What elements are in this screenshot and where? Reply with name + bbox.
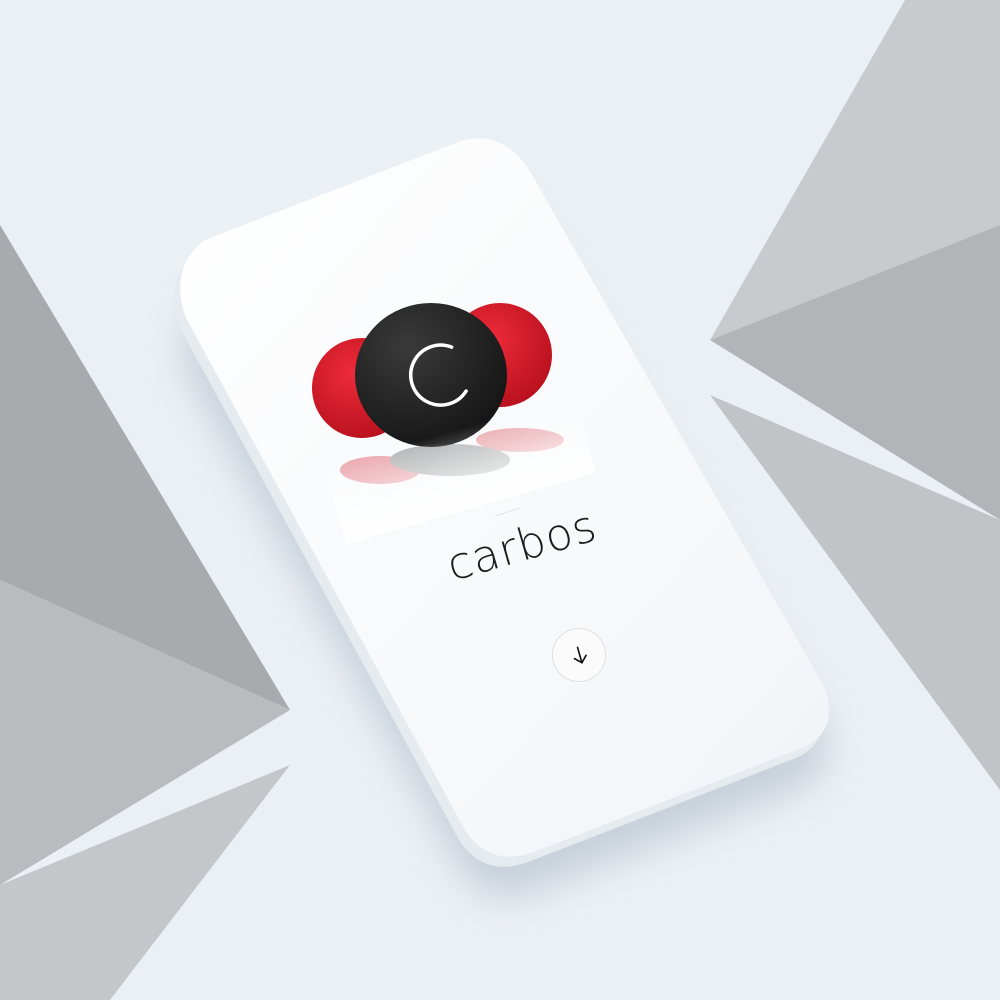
phone-screen: carbos <box>0 0 1000 1000</box>
scroll-down-button[interactable] <box>552 628 606 682</box>
arrow-down-icon <box>573 646 587 664</box>
brand-name: carbos <box>441 500 603 592</box>
